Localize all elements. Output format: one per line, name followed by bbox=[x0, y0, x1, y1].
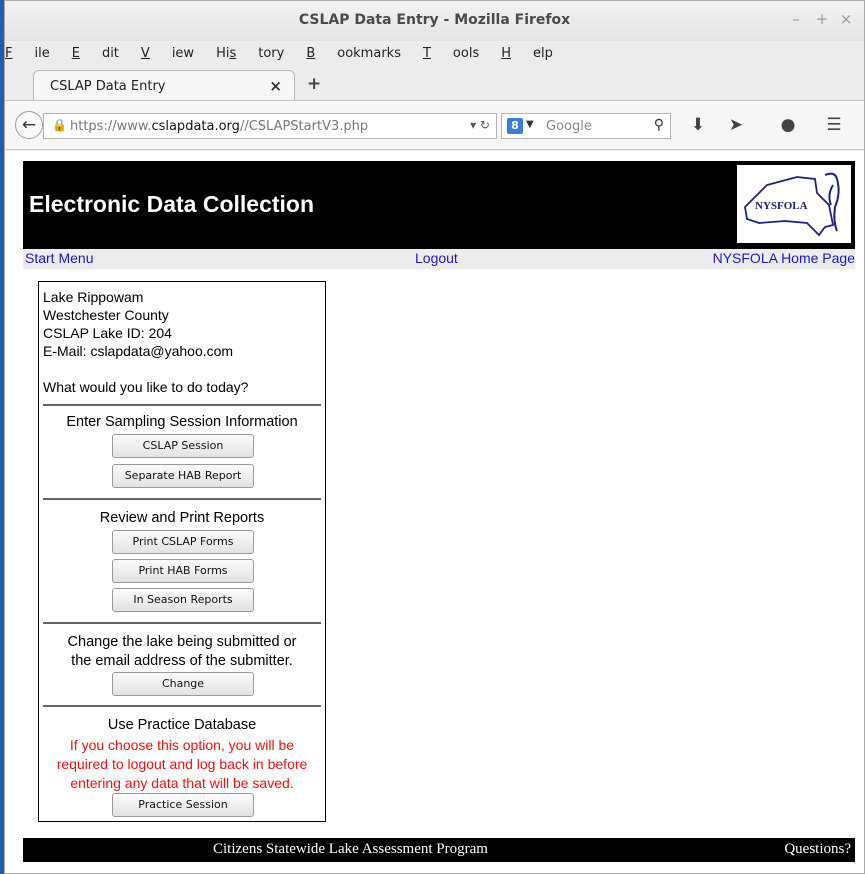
practice-warning-line3: entering any data that will be saved. bbox=[70, 775, 294, 791]
lock-icon: 🔒 bbox=[52, 118, 67, 132]
maximize-icon[interactable]: + bbox=[814, 10, 830, 28]
divider bbox=[43, 705, 321, 707]
menu-hamburger-icon[interactable]: ☰ bbox=[823, 115, 845, 135]
practice-warning-line1: If you choose this option, you will be bbox=[69, 737, 295, 753]
minimize-icon[interactable]: – bbox=[788, 10, 804, 28]
menu-bar: File Edit View His tory Bookmarks Tools H… bbox=[5, 41, 864, 66]
url-bar[interactable]: 🔒 https://www.cslapdata.org//CSLAPStartV… bbox=[43, 113, 497, 139]
prompt-text: What would you like to do today? bbox=[43, 379, 249, 395]
search-bar[interactable]: 8 ▼ Google ⚲ bbox=[501, 113, 671, 139]
menu-help[interactable]: Help bbox=[501, 46, 553, 61]
chat-icon[interactable]: ● bbox=[777, 115, 799, 135]
reports-heading: Review and Print Reports bbox=[99, 510, 265, 526]
lake-id: CSLAP Lake ID: 204 bbox=[43, 325, 172, 341]
change-text-line1: Change the lake being submitted or bbox=[67, 634, 297, 650]
change-button[interactable]: Change bbox=[112, 672, 254, 696]
divider bbox=[43, 622, 321, 624]
practice-session-button[interactable]: Practice Session bbox=[112, 793, 254, 817]
email-address: E-Mail: cslapdata@yahoo.com bbox=[43, 343, 234, 359]
nysfola-logo[interactable]: NYSFOLA bbox=[737, 165, 851, 243]
menu-bookmarks[interactable]: Bookmarks bbox=[306, 46, 401, 61]
logo-graphic: NYSFOLA bbox=[744, 172, 840, 237]
menu-file[interactable]: File bbox=[5, 46, 50, 61]
divider bbox=[43, 498, 321, 500]
reload-icon[interactable]: ▾ ↻ bbox=[470, 118, 490, 132]
url-text: https://www.cslapdata.org//CSLAPStartV3.… bbox=[70, 119, 369, 134]
change-text-line2: the email address of the submitter. bbox=[71, 653, 293, 669]
logout-link[interactable]: Logout bbox=[415, 250, 458, 266]
print-hab-forms-button[interactable]: Print HAB Forms bbox=[112, 559, 254, 583]
logo-text: NYSFOLA bbox=[755, 200, 808, 212]
page-footer: Citizens Statewide Lake Assessment Progr… bbox=[23, 838, 855, 862]
tab-cslap-data-entry[interactable]: CSLAP Data Entry × bbox=[33, 70, 295, 100]
in-season-reports-button[interactable]: In Season Reports bbox=[112, 588, 254, 612]
lake-name: Lake Rippowam bbox=[43, 289, 144, 305]
close-window-icon[interactable]: × bbox=[838, 10, 854, 28]
tab-strip: CSLAP Data Entry × + bbox=[5, 66, 864, 100]
page-header: Electronic Data Collection NYSFOLA bbox=[23, 161, 855, 249]
separate-hab-report-button[interactable]: Separate HAB Report bbox=[112, 464, 254, 488]
back-arrow-icon[interactable]: ← bbox=[15, 111, 43, 139]
divider bbox=[43, 404, 321, 406]
practice-warning-line2: required to logout and log back in befor… bbox=[56, 756, 308, 772]
lake-info: Lake Rippowam Westchester County CSLAP L… bbox=[43, 288, 248, 396]
title-bar: CSLAP Data Entry - Mozilla Firefox – + × bbox=[5, 1, 864, 41]
print-cslap-forms-button[interactable]: Print CSLAP Forms bbox=[112, 530, 254, 554]
county-name: Westchester County bbox=[43, 307, 169, 323]
site-navigation: Start Menu Logout NYSFOLA Home Page bbox=[23, 249, 855, 269]
nysfola-home-link[interactable]: NYSFOLA Home Page bbox=[713, 250, 855, 266]
new-tab-icon[interactable]: + bbox=[307, 74, 321, 94]
start-menu-link[interactable]: Start Menu bbox=[25, 250, 93, 266]
cslap-session-button[interactable]: CSLAP Session bbox=[112, 434, 254, 458]
search-engine-icon[interactable]: 8 bbox=[507, 118, 523, 134]
browser-window: CSLAP Data Entry - Mozilla Firefox – + ×… bbox=[4, 0, 865, 874]
chevron-down-icon[interactable]: ▼ bbox=[526, 119, 534, 130]
page-viewport: Electronic Data Collection NYSFOLA Start… bbox=[5, 151, 864, 873]
magnifier-icon[interactable]: ⚲ bbox=[654, 117, 664, 133]
program-name: Citizens Statewide Lake Assessment Progr… bbox=[213, 841, 488, 857]
navigation-toolbar: ← 🔒 https://www.cslapdata.org//CSLAPStar… bbox=[5, 100, 864, 150]
search-placeholder: Google bbox=[546, 119, 592, 134]
menu-edit[interactable]: Edit bbox=[72, 46, 119, 61]
sampling-heading: Enter Sampling Session Information bbox=[66, 414, 298, 430]
menu-history[interactable]: His tory bbox=[216, 46, 284, 61]
close-tab-icon[interactable]: × bbox=[269, 77, 282, 95]
tab-label: CSLAP Data Entry bbox=[50, 79, 166, 94]
page-title: Electronic Data Collection bbox=[29, 191, 315, 217]
window-title: CSLAP Data Entry - Mozilla Firefox bbox=[298, 12, 571, 28]
questions-link[interactable]: Questions? bbox=[784, 841, 851, 858]
menu-view[interactable]: View bbox=[141, 46, 194, 61]
start-menu-panel: Lake Rippowam Westchester County CSLAP L… bbox=[38, 281, 326, 822]
download-icon[interactable]: ⬇ bbox=[687, 115, 709, 135]
menu-tools[interactable]: Tools bbox=[423, 46, 479, 61]
send-icon[interactable]: ➤ bbox=[725, 115, 747, 135]
practice-heading: Use Practice Database bbox=[107, 717, 257, 733]
